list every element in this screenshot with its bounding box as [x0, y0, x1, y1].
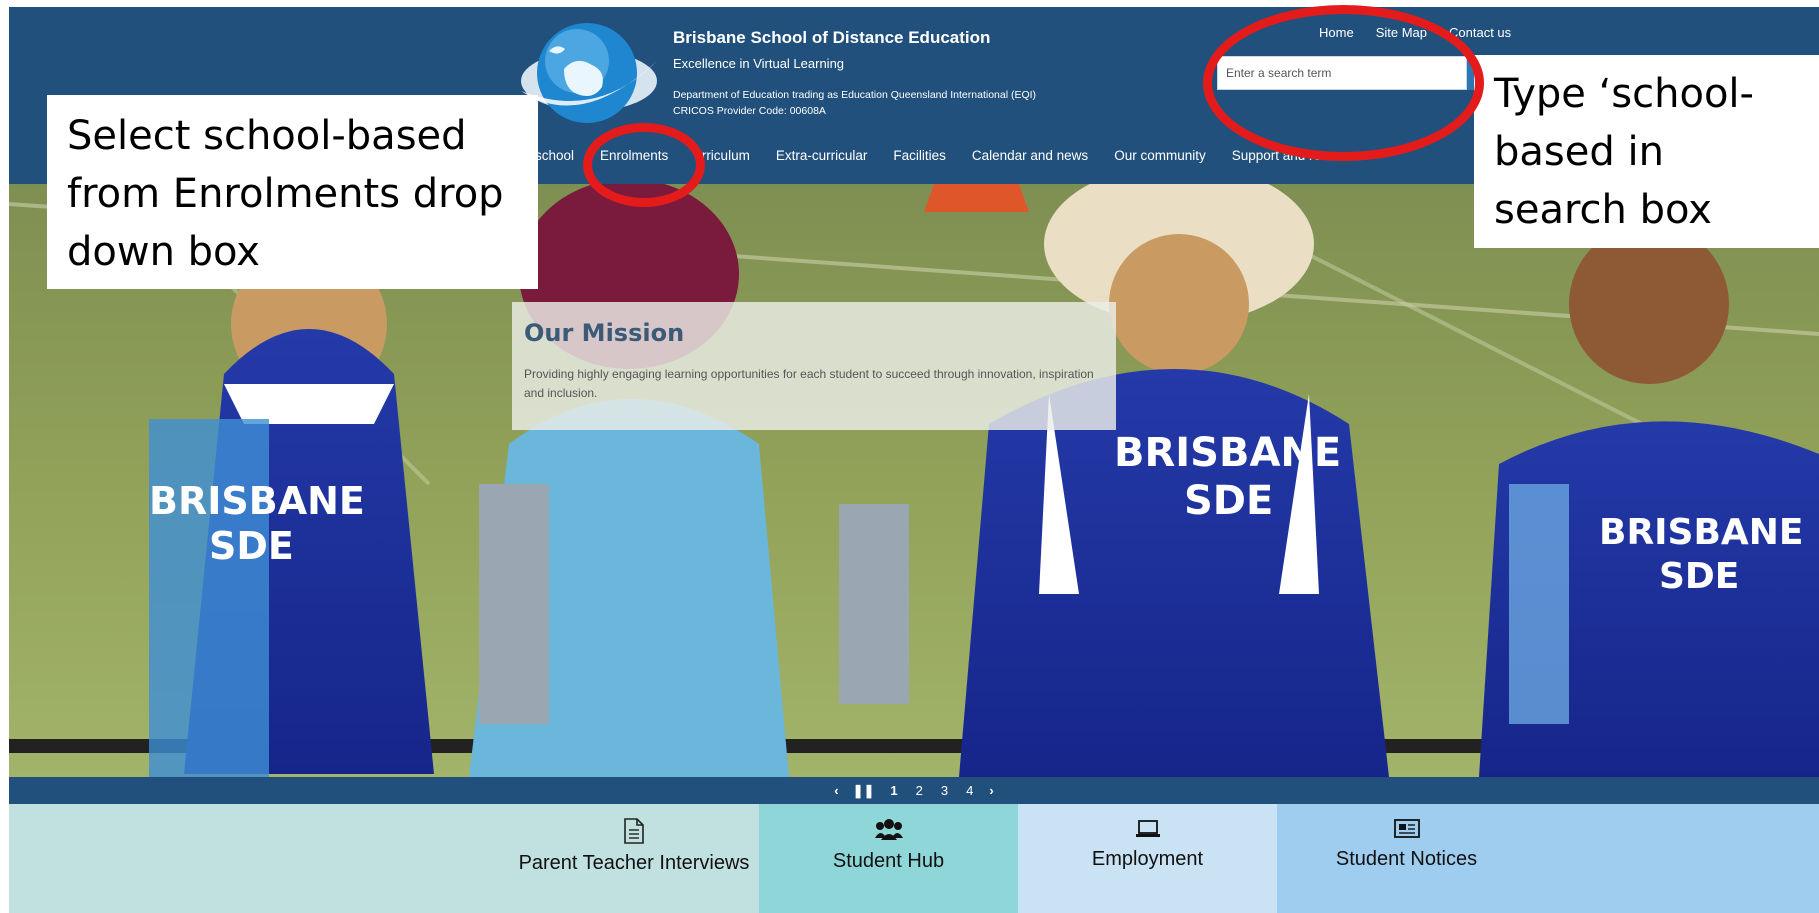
- globe-logo[interactable]: [519, 21, 659, 135]
- instruction-callout-enrolments: Select school-based from Enrolments drop…: [47, 95, 538, 289]
- highlight-ring-search: [1203, 5, 1484, 161]
- carousel-page-3[interactable]: 3: [941, 783, 948, 798]
- nav-calendar-news[interactable]: Calendar and news: [972, 148, 1088, 163]
- chevron-left-icon[interactable]: ‹: [834, 783, 838, 798]
- chevron-right-icon[interactable]: ›: [989, 783, 993, 798]
- quicklink-parent-teacher-interviews[interactable]: Parent Teacher Interviews: [509, 818, 759, 876]
- mission-text: Providing highly engaging learning oppor…: [524, 367, 1094, 400]
- nav-extra-curricular[interactable]: Extra-curricular: [776, 148, 868, 163]
- school-name: Brisbane School of Distance Education: [673, 28, 991, 47]
- quicklink-employment[interactable]: Employment: [1018, 804, 1277, 913]
- school-tagline: Excellence in Virtual Learning: [673, 56, 845, 71]
- document-icon: [624, 818, 644, 844]
- shirt-text-left: BRISBANE: [149, 479, 365, 523]
- nav-our-community[interactable]: Our community: [1114, 148, 1206, 163]
- quicklink-label: Student Notices: [1335, 848, 1478, 870]
- cricos-code: CRICOS Provider Code: 00608A: [673, 105, 826, 117]
- carousel-page-1[interactable]: 1: [890, 783, 897, 798]
- department-text: Department of Education trading as Educa…: [673, 89, 1037, 101]
- quicklink-label: Employment: [1091, 848, 1204, 870]
- carousel-page-4[interactable]: 4: [966, 783, 973, 798]
- laptop-icon: [1135, 820, 1160, 837]
- quicklink-label: Parent Teacher Interviews: [518, 852, 750, 874]
- shirt-text-middle-2: SDE: [1184, 478, 1273, 524]
- nav-facilities[interactable]: Facilities: [893, 148, 946, 163]
- quick-links: Parent Teacher Interviews Student Hub Em…: [9, 804, 1819, 913]
- pause-icon[interactable]: ❚❚: [853, 783, 875, 799]
- nav-school[interactable]: school: [535, 148, 574, 163]
- mission-panel: Our Mission Providing highly engaging le…: [512, 302, 1116, 430]
- shirt-text-middle: BRISBANE: [1114, 430, 1341, 476]
- quicklink-pad: Parent Teacher Interviews: [9, 804, 759, 913]
- quicklink-student-notices[interactable]: Student Notices: [1277, 804, 1536, 913]
- users-icon: [874, 819, 903, 840]
- mission-title: Our Mission: [524, 319, 685, 347]
- newspaper-icon: [1393, 819, 1420, 838]
- quicklink-label: Student Hub: [832, 850, 945, 872]
- carousel-controls: ‹ ❚❚ 1 2 3 4 ›: [9, 777, 1819, 804]
- quicklink-filler: [1536, 804, 1819, 913]
- carousel-page-2[interactable]: 2: [916, 783, 923, 798]
- shirt-text-right: BRISBANE: [1599, 512, 1804, 553]
- highlight-ring-enrolments: [583, 123, 705, 207]
- shirt-text-left-2: SDE: [209, 524, 294, 568]
- quicklink-student-hub[interactable]: Student Hub: [759, 804, 1018, 913]
- shirt-text-right-2: SDE: [1659, 556, 1739, 597]
- instruction-callout-search: Type ‘school-based in search box: [1474, 55, 1819, 248]
